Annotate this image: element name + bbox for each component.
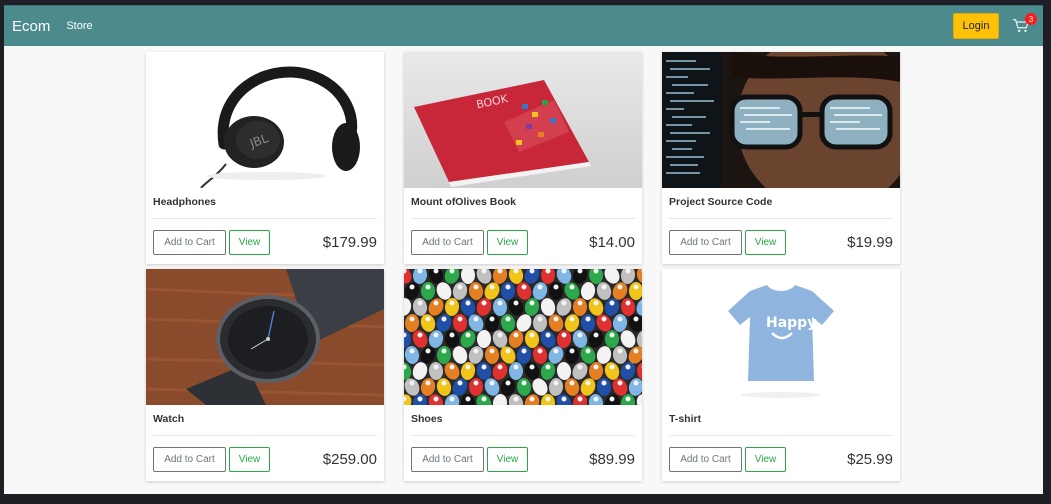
product-title: Headphones — [153, 196, 217, 208]
svg-text:Happy: Happy — [766, 315, 816, 331]
product-card: Project Source Code Add to Cart View $19… — [662, 52, 900, 264]
navbar: Ecom Store Login 3 — [4, 5, 1043, 46]
add-to-cart-button[interactable]: Add to Cart — [669, 447, 742, 472]
product-title: Shoes — [411, 413, 443, 425]
product-price: $25.99 — [847, 451, 893, 468]
product-image-book[interactable]: BOOK — [404, 52, 642, 188]
product-card: Happy T-shirt Add to Cart View $25.99 — [662, 269, 900, 481]
product-title: Watch — [153, 413, 185, 425]
product-image-shoes[interactable] — [404, 269, 642, 405]
product-card: BOOK Mount ofOlives Book Add to Cart Vie… — [404, 52, 642, 264]
product-title: Mount ofOlives Book — [411, 196, 516, 208]
view-button[interactable]: View — [487, 230, 528, 255]
navbar-right: Login 3 — [953, 13, 1037, 39]
product-card: JBL Headphones Add to Cart View $179.99 — [146, 52, 384, 264]
product-image-tshirt[interactable]: Happy — [662, 269, 900, 405]
divider — [153, 218, 377, 219]
add-to-cart-button[interactable]: Add to Cart — [411, 230, 484, 255]
app-frame: Ecom Store Login 3 JBL Headphones Add to… — [4, 5, 1043, 494]
view-button[interactable]: View — [745, 447, 786, 472]
divider — [669, 435, 893, 436]
add-to-cart-button[interactable]: Add to Cart — [411, 447, 484, 472]
product-price: $19.99 — [847, 234, 893, 251]
product-image-watch[interactable] — [146, 269, 384, 405]
product-title: Project Source Code — [669, 196, 773, 208]
product-card: Watch Add to Cart View $259.00 — [146, 269, 384, 481]
add-to-cart-button[interactable]: Add to Cart — [153, 230, 226, 255]
product-title: T-shirt — [669, 413, 702, 425]
cart-count-badge: 3 — [1025, 13, 1037, 25]
product-price: $14.00 — [589, 234, 635, 251]
divider — [411, 435, 635, 436]
add-to-cart-button[interactable]: Add to Cart — [153, 447, 226, 472]
product-image-headphones[interactable]: JBL — [146, 52, 384, 188]
add-to-cart-button[interactable]: Add to Cart — [669, 230, 742, 255]
product-price: $259.00 — [322, 451, 377, 468]
product-price: $179.99 — [322, 234, 377, 251]
view-button[interactable]: View — [745, 230, 786, 255]
product-price: $89.99 — [589, 451, 635, 468]
cart-button[interactable]: 3 — [1007, 13, 1037, 39]
product-image-source-code[interactable] — [662, 52, 900, 188]
divider — [411, 218, 635, 219]
product-grid: JBL Headphones Add to Cart View $179.99 — [146, 52, 900, 481]
product-card: Shoes Add to Cart View $89.99 — [404, 269, 642, 481]
view-button[interactable]: View — [229, 230, 270, 255]
brand-link[interactable]: Ecom — [12, 18, 50, 35]
view-button[interactable]: View — [229, 447, 270, 472]
nav-store-link[interactable]: Store — [66, 20, 92, 32]
login-button[interactable]: Login — [953, 13, 999, 39]
divider — [153, 435, 377, 436]
divider — [669, 218, 893, 219]
view-button[interactable]: View — [487, 447, 528, 472]
